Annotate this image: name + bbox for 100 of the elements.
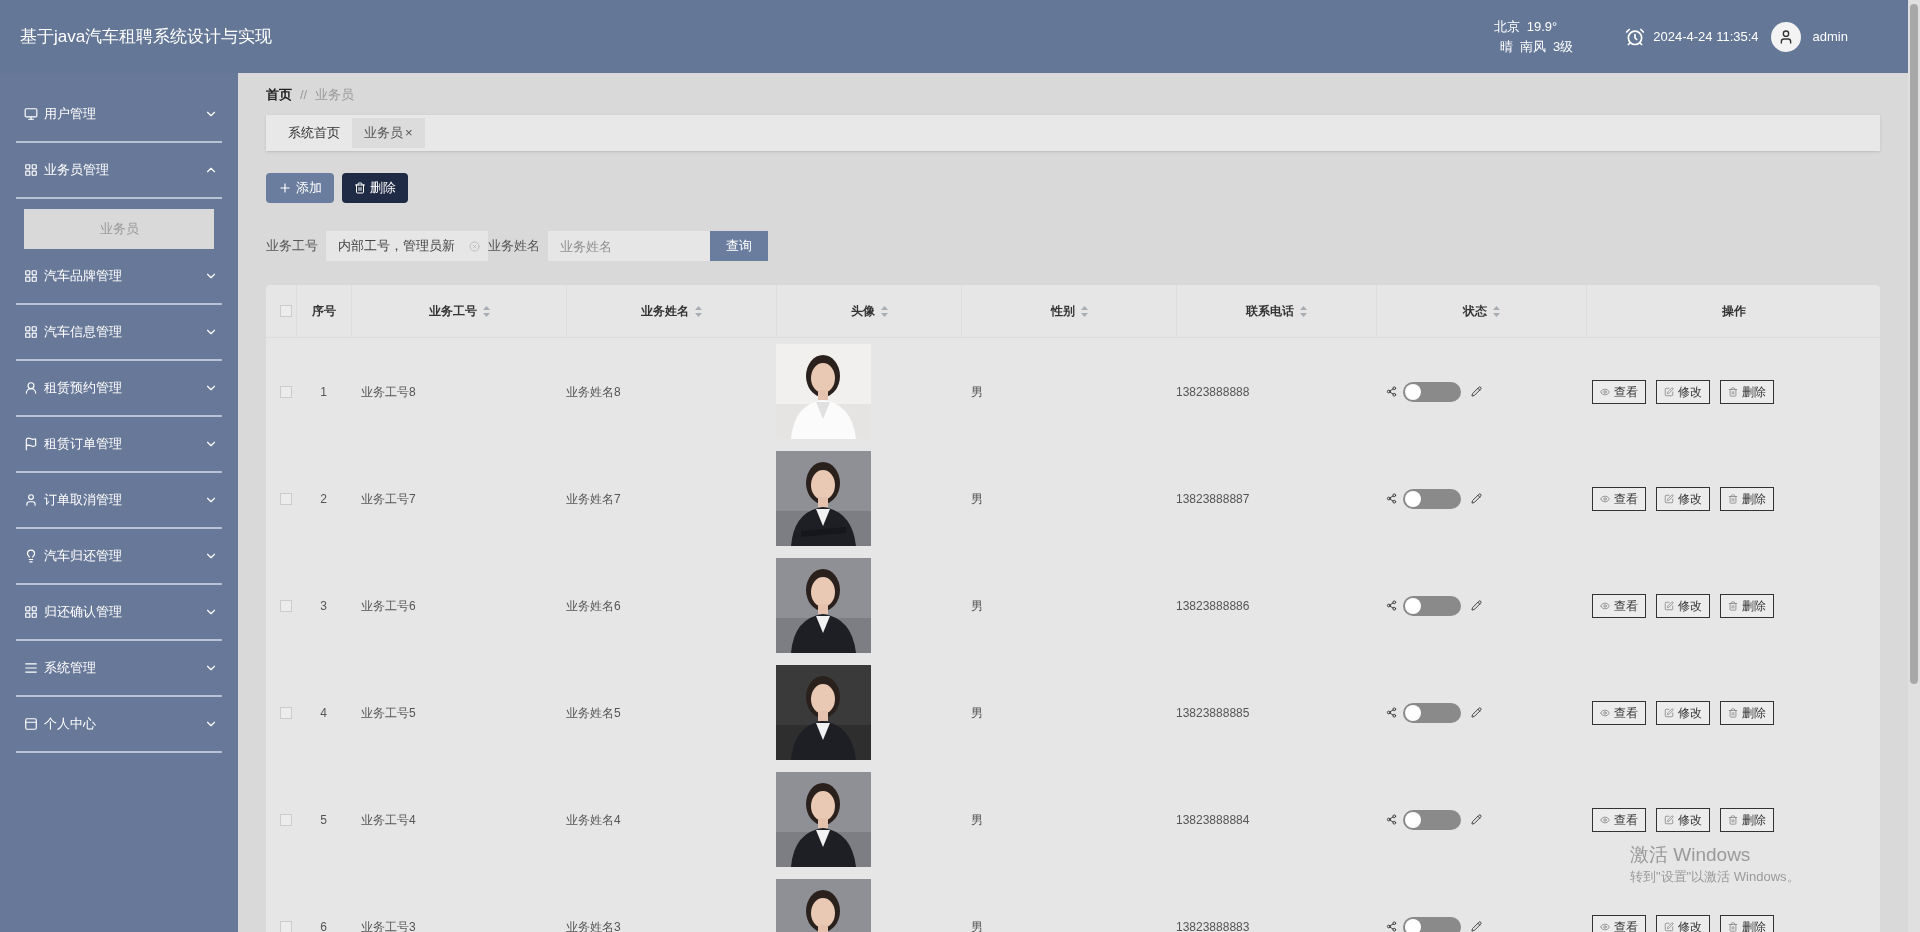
edit-button[interactable]: 修改 [1656,807,1710,832]
sidebar-item[interactable]: 租赁订单管理 [16,417,222,473]
checkbox[interactable] [280,599,292,612]
tab[interactable]: 系统首页 [276,118,352,148]
edit-icon[interactable] [1471,707,1482,718]
column-header: 序号 [312,303,336,320]
pencil-icon [1664,493,1674,504]
eye-icon [1600,921,1610,932]
query-button[interactable]: 查询 [710,231,768,261]
sort-icon[interactable] [695,305,702,317]
search-field[interactable]: 业务姓名 [548,231,710,261]
sort-icon[interactable] [1300,305,1307,317]
delete-button[interactable]: 删除 [1720,914,1774,932]
edit-button[interactable]: 修改 [1656,379,1710,404]
tab[interactable]: 业务员× [352,118,425,148]
view-button[interactable]: 查看 [1592,593,1646,618]
share-icon[interactable] [1386,707,1397,718]
table-cell-text: 6 [320,918,327,932]
sidebar-label: 汽车归还管理 [44,547,122,566]
view-button[interactable]: 查看 [1592,807,1646,832]
menu-icon [24,605,38,619]
sidebar-item[interactable]: 个人中心 [16,697,222,753]
checkbox[interactable] [280,920,292,932]
menu-icon [24,325,38,339]
column-header: 头像 [850,303,875,320]
share-icon[interactable] [1386,386,1397,397]
sidebar-item[interactable]: 系统管理 [16,641,222,697]
view-button[interactable]: 查看 [1592,914,1646,932]
trash-icon [1728,493,1738,504]
table-cell: 13823888883 [1176,919,1250,932]
edit-icon[interactable] [1471,493,1482,504]
edit-button[interactable]: 修改 [1656,700,1710,725]
checkbox[interactable] [280,706,292,719]
app-title: 基于java汽车租聘系统设计与实现 [20,25,273,48]
pencil-icon [1664,707,1674,718]
menu-icon [24,269,38,283]
sidebar-item[interactable]: 汽车信息管理 [16,305,222,361]
sort-icon[interactable] [1493,305,1500,317]
status-toggle[interactable] [1403,809,1461,830]
sort-icon[interactable] [1080,305,1088,317]
table-cell-text: 2 [320,490,327,508]
status-toggle[interactable] [1403,488,1461,509]
delete-button[interactable]: 删除 [1720,486,1774,511]
view-button[interactable]: 查看 [1592,379,1646,404]
sort-icon[interactable] [482,305,490,317]
edit-button[interactable]: 修改 [1656,593,1710,618]
avatar[interactable] [1770,21,1801,52]
delete-button[interactable]: 删除 [1720,379,1774,404]
weather-city: 北京 19.9° [1493,17,1558,36]
sidebar-item[interactable]: 订单取消管理 [16,473,222,529]
sort-icon[interactable] [880,305,888,317]
menu-icon [24,493,38,507]
sidebar-label: 订单取消管理 [44,491,122,510]
sidebar-label: 租赁预约管理 [44,379,122,398]
sidebar-item[interactable]: 归还确认管理 [16,585,222,641]
username[interactable]: admin [1812,26,1848,47]
delete-button[interactable]: 删除 [342,173,408,203]
checkbox[interactable] [280,492,292,505]
share-icon[interactable] [1386,600,1397,611]
status-toggle[interactable] [1403,916,1461,932]
edit-button[interactable]: 修改 [1656,914,1710,932]
sidebar-item[interactable]: 业务员管理 [16,143,222,199]
share-icon[interactable] [1386,921,1397,932]
breadcrumb-link[interactable]: 首页 [266,85,292,105]
share-icon[interactable] [1386,493,1397,504]
share-icon[interactable] [1386,814,1397,825]
pencil-icon [1664,814,1674,825]
clock-icon [1625,26,1646,47]
delete-button[interactable]: 删除 [1720,700,1774,725]
checkbox[interactable] [280,813,292,826]
status-toggle[interactable] [1403,595,1461,616]
search-field[interactable]: 内部工号，管理员新 [326,231,488,261]
table-cell-text: 4 [320,704,327,722]
status-toggle[interactable] [1403,702,1461,723]
delete-button[interactable]: 删除 [1720,593,1774,618]
sidebar-label: 系统管理 [44,659,96,678]
edit-icon[interactable] [1471,921,1482,932]
sidebar-item[interactable]: 汽车品牌管理 [16,249,222,305]
checkbox[interactable] [280,305,292,317]
table-cell: 男 [971,919,983,932]
sidebar-item[interactable]: 汽车归还管理 [16,529,222,585]
menu-icon [24,717,38,731]
status-toggle[interactable] [1403,381,1461,402]
breadcrumb-separator: // [300,86,308,105]
view-button[interactable]: 查看 [1592,486,1646,511]
eye-icon [1600,386,1610,397]
delete-button[interactable]: 删除 [1720,807,1774,832]
edit-icon[interactable] [1471,814,1482,825]
table-cell: 业务工号4 [361,812,416,827]
close-icon[interactable]: × [405,123,413,143]
column-header: 联系电话 [1246,303,1294,320]
checkbox[interactable] [280,385,292,398]
edit-icon[interactable] [1471,600,1482,611]
edit-icon[interactable] [1471,386,1482,397]
sidebar-item[interactable]: 租赁预约管理 [16,361,222,417]
sidebar-item[interactable]: 用户管理 [16,87,222,143]
add-button[interactable]: 添加 [266,173,334,203]
view-button[interactable]: 查看 [1592,700,1646,725]
table-cell: 业务姓名7 [566,491,621,506]
edit-button[interactable]: 修改 [1656,486,1710,511]
